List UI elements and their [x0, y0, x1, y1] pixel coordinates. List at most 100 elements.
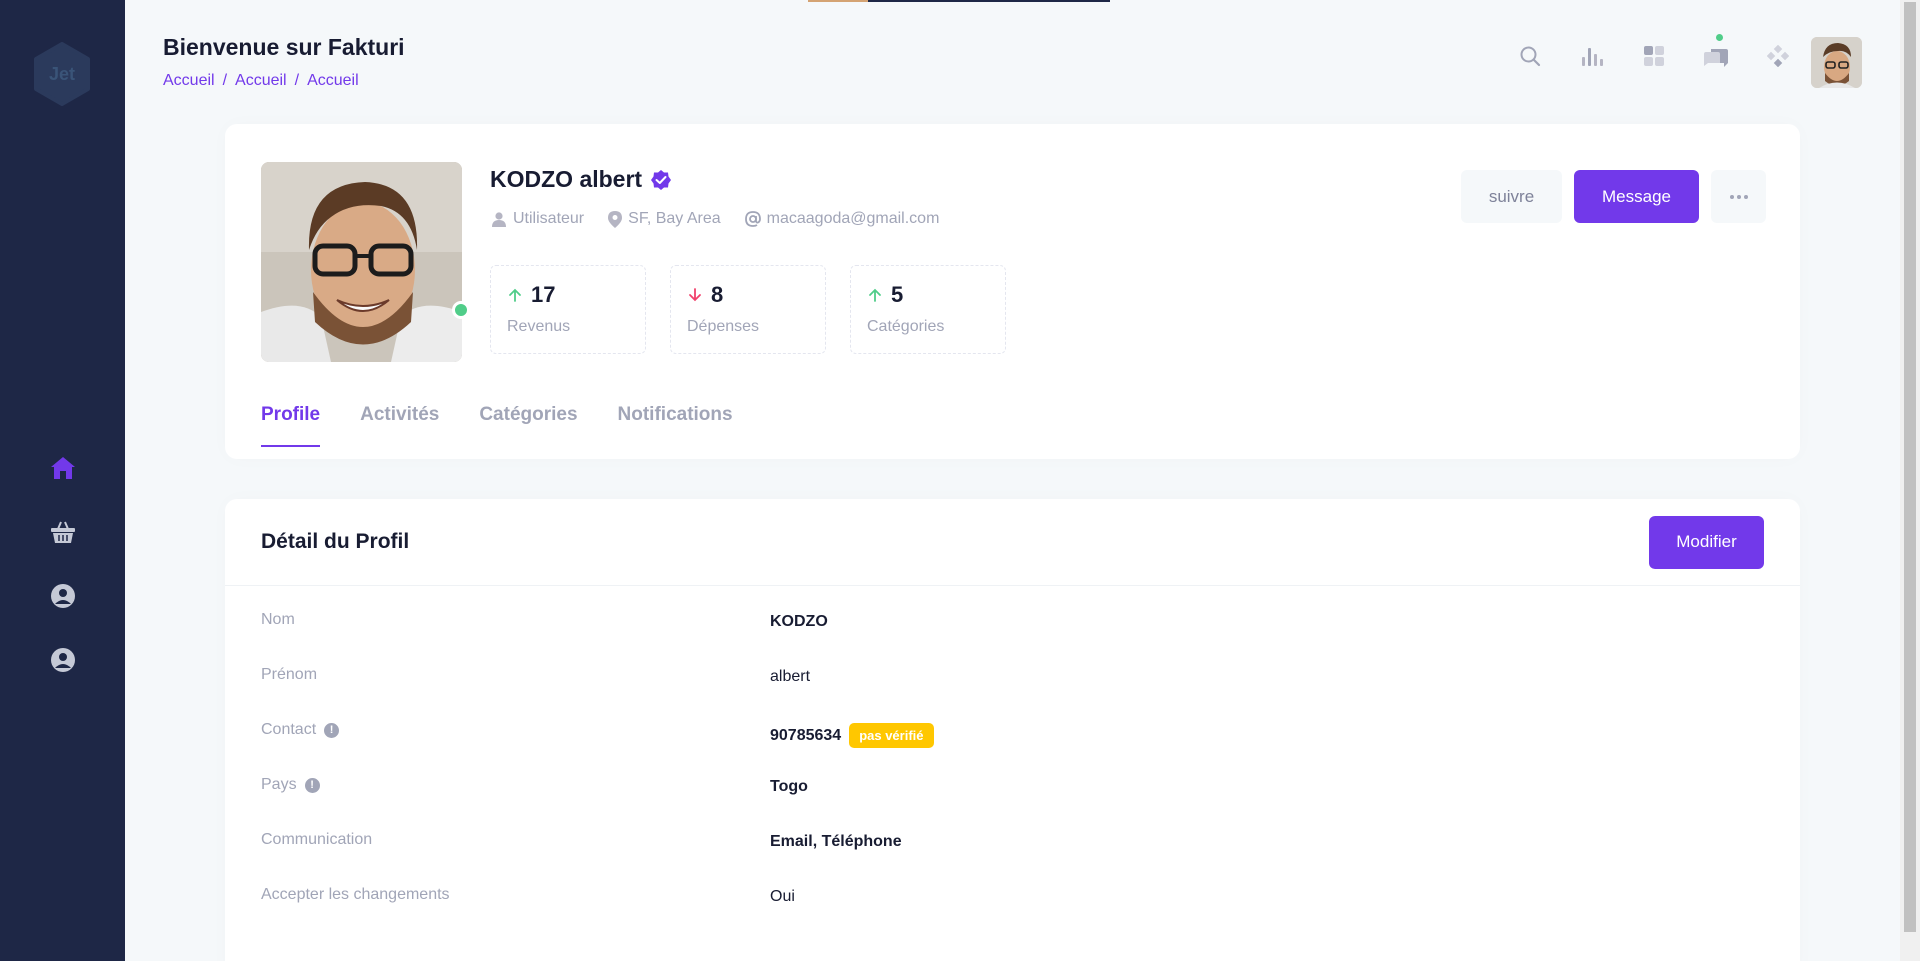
profile-role-label: Utilisateur	[513, 210, 585, 227]
stat-value: 5	[891, 282, 904, 307]
profile-meta: Utilisateur SF, Bay Area macaagoda@gmail…	[491, 210, 939, 228]
breadcrumb-item[interactable]: Accueil	[235, 72, 287, 90]
breadcrumb-item[interactable]: Accueil	[163, 72, 215, 90]
details-list: Nom KODZO Prénom albert Contact ! 907856…	[261, 609, 1761, 939]
header-toolbar	[1510, 34, 1820, 76]
detail-value: KODZO	[770, 613, 828, 630]
app-logo[interactable]: Jet	[32, 42, 92, 106]
profile-role[interactable]: Utilisateur	[491, 210, 584, 228]
profile-name[interactable]: KODZO albert	[490, 166, 642, 193]
details-title: Détail du Profil	[261, 530, 410, 553]
profile-email[interactable]: macaagoda@gmail.com	[744, 210, 940, 228]
page-title: Bienvenue sur Fakturi	[163, 34, 405, 60]
loading-progress-segment	[808, 0, 868, 2]
detail-row-pays: Pays ! Togo	[261, 774, 1761, 829]
breadcrumb-item[interactable]: Accueil	[307, 72, 359, 90]
scrollbar-thumb[interactable]	[1904, 2, 1916, 932]
logo-text: Jet	[48, 63, 75, 84]
chat-button[interactable]	[1696, 34, 1736, 76]
user-icon	[492, 212, 506, 227]
detail-key: Communication	[261, 831, 373, 848]
stat-label: Dépenses	[687, 318, 760, 335]
chat-icon	[1704, 49, 1728, 67]
breadcrumb-separator: /	[294, 72, 300, 89]
detail-row-nom: Nom KODZO	[261, 609, 1761, 664]
diamond-apps-icon	[1767, 45, 1789, 67]
edit-button[interactable]: Modifier	[1649, 515, 1764, 569]
loading-progress-bar	[808, 0, 1110, 2]
online-status-dot	[452, 301, 470, 319]
apps-button[interactable]	[1634, 36, 1674, 76]
tab-activites[interactable]: Activités	[360, 404, 439, 447]
grid-icon	[1644, 46, 1664, 66]
profile-location[interactable]: SF, Bay Area	[608, 210, 721, 228]
chat-notification-dot	[1716, 34, 1723, 41]
info-icon[interactable]: !	[304, 777, 320, 793]
stat-card-categories: 5 Catégories	[850, 265, 1006, 354]
detail-row-communication: Communication Email, Téléphone	[261, 829, 1761, 884]
tab-profile[interactable]: Profile	[261, 404, 321, 447]
detail-key: Nom	[261, 611, 295, 628]
more-dots-icon	[1729, 194, 1748, 199]
profile-details-card: Détail du Profil Modifier Nom KODZO Prén…	[225, 499, 1800, 961]
verified-badge-icon	[651, 169, 672, 190]
more-options-button[interactable]	[1711, 170, 1766, 223]
arrow-down-icon	[689, 288, 701, 302]
search-icon	[1520, 46, 1541, 67]
detail-value: Email, Téléphone	[770, 833, 902, 850]
menu-button[interactable]	[1758, 36, 1798, 76]
chart-bar-icon	[1582, 48, 1603, 66]
circle-user-icon	[50, 648, 75, 672]
location-pin-icon	[608, 210, 623, 228]
detail-row-prenom: Prénom albert	[261, 664, 1761, 719]
circle-user-icon	[50, 584, 75, 608]
tab-notifications[interactable]: Notifications	[618, 404, 733, 447]
sidebar: Jet	[0, 0, 125, 961]
breadcrumb-separator: /	[222, 72, 228, 89]
stat-card-revenus: 17 Revenus	[490, 265, 646, 354]
detail-row-contact: Contact ! 90785634 pas vérifié	[261, 719, 1761, 774]
tab-categories[interactable]: Catégories	[479, 404, 577, 447]
sidebar-item-home[interactable]	[0, 436, 125, 500]
details-header: Détail du Profil Modifier	[225, 499, 1800, 586]
sidebar-item-accounts[interactable]	[0, 628, 125, 692]
detail-key: Accepter les changements	[261, 886, 450, 903]
profile-location-label: SF, Bay Area	[628, 210, 721, 227]
profile-actions: suivre Message	[1461, 170, 1766, 223]
detail-value: 90785634	[770, 726, 842, 744]
stat-card-depenses: 8 Dépenses	[670, 265, 826, 354]
status-badge: pas vérifié	[849, 723, 934, 748]
profile-card: KODZO albert Utilisateur SF, Bay Area ma…	[225, 124, 1800, 459]
profile-tabs: Profile Activités Catégories Notificatio…	[261, 404, 733, 447]
message-button[interactable]: Message	[1574, 170, 1699, 223]
arrow-up-icon	[869, 288, 881, 302]
stat-value: 17	[531, 282, 556, 307]
sidebar-item-basket[interactable]	[0, 500, 125, 564]
profile-stats: 17 Revenus 8 Dépenses 5 Catégories	[490, 265, 1006, 354]
page-scrollbar[interactable]	[1900, 0, 1920, 961]
detail-key: Contact	[261, 721, 317, 738]
home-icon	[50, 457, 75, 479]
profile-photo-icon	[261, 162, 462, 362]
stat-label: Catégories	[867, 318, 945, 335]
detail-value: albert	[770, 668, 811, 685]
sidebar-item-users[interactable]	[0, 564, 125, 628]
detail-value: Togo	[770, 778, 808, 795]
avatar-photo-icon	[1811, 37, 1862, 88]
stats-button[interactable]	[1572, 36, 1612, 76]
info-icon[interactable]: !	[324, 722, 340, 738]
arrow-up-icon	[509, 288, 521, 302]
detail-value: Oui	[770, 888, 795, 905]
profile-name-row: KODZO albert	[490, 166, 672, 193]
detail-row-accept-changes: Accepter les changements Oui	[261, 884, 1761, 939]
at-sign-icon	[744, 211, 761, 227]
profile-email-label: macaagoda@gmail.com	[766, 210, 940, 227]
sidebar-nav	[0, 436, 125, 692]
search-button[interactable]	[1510, 36, 1550, 76]
detail-key: Prénom	[261, 666, 318, 683]
user-avatar[interactable]	[1811, 37, 1862, 88]
follow-button[interactable]: suivre	[1461, 170, 1562, 223]
detail-key: Pays	[261, 776, 297, 793]
stat-label: Revenus	[507, 318, 571, 335]
basket-icon	[50, 521, 75, 543]
